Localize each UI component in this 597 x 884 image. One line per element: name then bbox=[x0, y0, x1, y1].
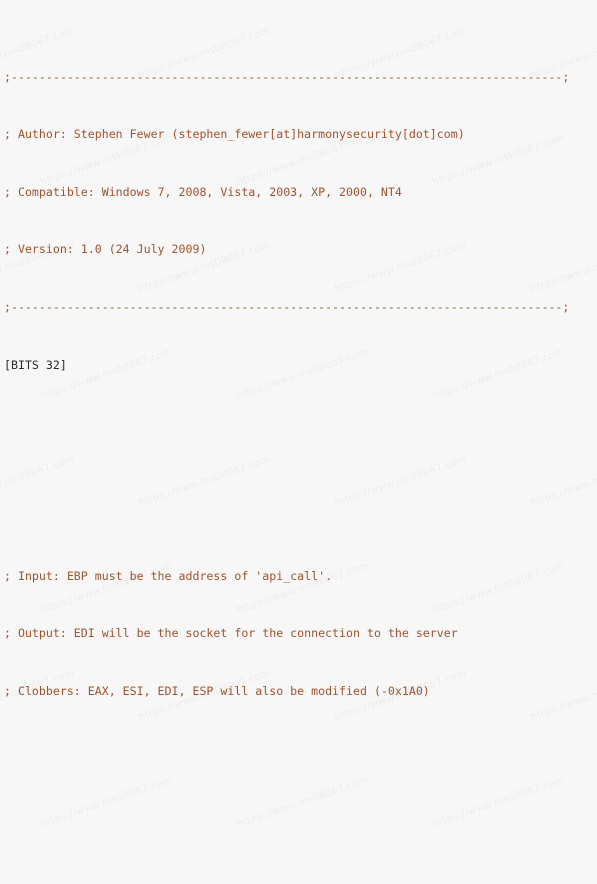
compatible-comment-line: ; Compatible: Windows 7, 2008, Vista, 20… bbox=[4, 184, 402, 199]
output-doc-line: ; Output: EDI will be the socket for the… bbox=[4, 626, 458, 641]
version-comment-line: ; Version: 1.0 (24 July 2009) bbox=[4, 242, 207, 257]
author-comment-line: ; Author: Stephen Fewer (stephen_fewer[a… bbox=[4, 127, 465, 142]
separator-line-bottom: ;---------------------------------------… bbox=[4, 300, 570, 315]
source-code-block: ;---------------------------------------… bbox=[0, 0, 597, 884]
clobbers-doc-line: ; Clobbers: EAX, ESI, EDI, ESP will also… bbox=[4, 684, 430, 699]
bits-directive-line: [BITS 32] bbox=[4, 357, 67, 372]
separator-line-top: ;---------------------------------------… bbox=[4, 69, 570, 84]
input-doc-line: ; Input: EBP must be the address of 'api… bbox=[4, 568, 333, 583]
code-listing-page: https://www.ms08067.comhttps://www.ms080… bbox=[0, 0, 597, 884]
